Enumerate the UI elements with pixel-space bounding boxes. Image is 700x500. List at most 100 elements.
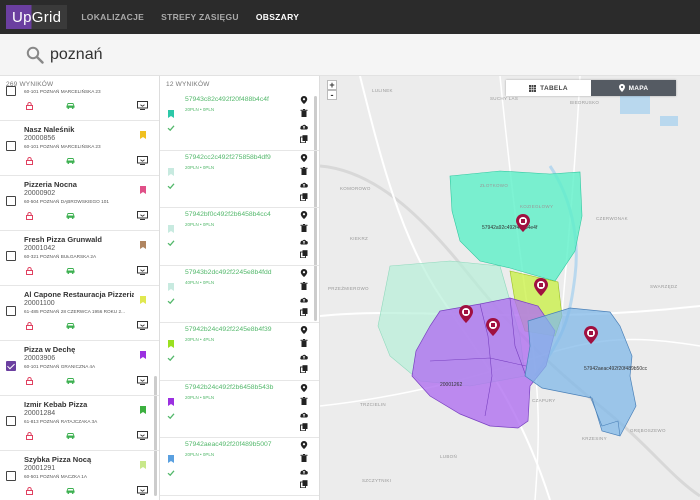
monitor-icon[interactable] bbox=[137, 266, 148, 275]
copy-icon[interactable] bbox=[300, 480, 308, 488]
location-checkbox[interactable] bbox=[6, 251, 16, 261]
copy-icon[interactable] bbox=[300, 365, 308, 373]
monitor-icon[interactable] bbox=[137, 101, 148, 110]
map-pin-icon[interactable] bbox=[300, 383, 308, 392]
zoom-in-button[interactable]: + bbox=[327, 80, 337, 90]
upload-icon[interactable] bbox=[300, 467, 308, 475]
car-icon[interactable] bbox=[66, 322, 75, 329]
lock-icon[interactable] bbox=[26, 487, 33, 495]
monitor-icon[interactable] bbox=[137, 376, 148, 385]
map-pin-icon[interactable] bbox=[300, 96, 308, 104]
map-place-label: KIEKRZ bbox=[350, 236, 369, 241]
zone-row[interactable]: 57942aeac492f20f489b5007 20PLN • 0PLN bbox=[160, 438, 319, 496]
search-input[interactable] bbox=[50, 45, 450, 64]
location-row[interactable]: 60-101 POZNAŃ MARCELIŃSKA 23 bbox=[0, 76, 159, 121]
location-row[interactable]: Al Capone Restauracja Pizzeria 20001100 61… bbox=[0, 286, 159, 341]
zone-row[interactable]: 57943c82c492f20f488b4c4f 20PLN • 0PLN bbox=[160, 93, 319, 151]
location-checkbox[interactable] bbox=[6, 361, 16, 371]
upload-icon[interactable] bbox=[300, 352, 308, 360]
copy-icon[interactable] bbox=[300, 135, 308, 143]
monitor-icon[interactable] bbox=[137, 431, 148, 440]
car-icon[interactable] bbox=[66, 212, 75, 219]
map-pin-icon[interactable] bbox=[300, 441, 308, 449]
location-checkbox[interactable] bbox=[6, 471, 16, 481]
zone-id[interactable]: 57942cc2c492f275858b4df9 bbox=[185, 154, 271, 161]
zoom-out-button[interactable]: - bbox=[327, 90, 337, 100]
car-icon[interactable] bbox=[66, 377, 75, 384]
location-row[interactable]: Fresh Pizza Grunwald 20001042 60-321 POZNA… bbox=[0, 231, 159, 286]
zone-id[interactable]: 57943b2dc492f2245e8b4fdd bbox=[185, 269, 272, 276]
monitor-icon[interactable] bbox=[137, 486, 148, 495]
monitor-icon[interactable] bbox=[137, 211, 148, 220]
location-checkbox[interactable] bbox=[6, 196, 16, 206]
trash-icon[interactable] bbox=[300, 339, 308, 347]
map-pin-icon[interactable] bbox=[486, 318, 500, 336]
zone-row[interactable]: 57942b24c492f2245e8b4f39 20PLN • 4PLN bbox=[160, 323, 319, 381]
zone-row[interactable]: 57943b2dc492f2245e8b4fdd 40PLN • 0PLN bbox=[160, 266, 319, 323]
monitor-icon[interactable] bbox=[137, 156, 148, 165]
location-row[interactable]: Izmir Kebab Pizza 20001284 61-813 POZNAŃ R… bbox=[0, 396, 159, 451]
trash-icon[interactable] bbox=[300, 166, 308, 175]
zone-row[interactable]: 57942bf0c492f2b6458b4cc4 20PLN • 0PLN bbox=[160, 208, 319, 266]
lock-icon[interactable] bbox=[26, 322, 33, 330]
location-checkbox[interactable] bbox=[6, 86, 16, 96]
lock-icon[interactable] bbox=[26, 212, 33, 220]
upgrid-logo[interactable]: UpGrid bbox=[6, 5, 68, 29]
copy-icon[interactable] bbox=[300, 192, 308, 201]
map-pin-icon[interactable] bbox=[584, 326, 598, 344]
lock-icon[interactable] bbox=[26, 102, 33, 110]
location-checkbox[interactable] bbox=[6, 306, 16, 316]
copy-icon[interactable] bbox=[300, 422, 308, 431]
zone-id[interactable]: 57942b24c492f2b6458b543b bbox=[185, 384, 273, 391]
trash-icon[interactable] bbox=[300, 281, 308, 290]
map-pin-icon[interactable] bbox=[534, 278, 548, 296]
location-row[interactable]: Szybka Pizza Nocą 20001291 60-501 POZNAŃ M… bbox=[0, 451, 159, 500]
lock-icon[interactable] bbox=[26, 432, 33, 440]
map-pin-icon[interactable] bbox=[459, 305, 473, 323]
copy-icon[interactable] bbox=[300, 250, 308, 258]
map-pin-icon[interactable] bbox=[300, 153, 308, 162]
zone-row[interactable]: 57942cc2c492f275858b4df9 20PLN • 0PLN bbox=[160, 151, 319, 208]
zone-row[interactable]: 57942b24c492f2b6458b543b 20PLN • 5PLN bbox=[160, 381, 319, 438]
map-pin-icon[interactable] bbox=[300, 268, 308, 277]
table-view-button[interactable]: TABELA bbox=[506, 80, 591, 96]
car-icon[interactable] bbox=[66, 157, 75, 164]
upload-icon[interactable] bbox=[300, 122, 308, 130]
upload-icon[interactable] bbox=[300, 295, 308, 303]
lock-icon[interactable] bbox=[26, 157, 33, 165]
nav-obszary[interactable]: OBSZARY bbox=[256, 12, 299, 22]
trash-icon[interactable] bbox=[300, 109, 308, 117]
nav-lokalizacje[interactable]: LOKALIZACJE bbox=[81, 12, 144, 22]
zone-id[interactable]: 57942aeac492f20f489b5007 bbox=[185, 441, 272, 448]
trash-icon[interactable] bbox=[300, 454, 308, 462]
monitor-icon[interactable] bbox=[137, 321, 148, 330]
upload-icon[interactable] bbox=[300, 180, 308, 188]
map-view[interactable]: TABELA MAPA + - SUCHY LAS BIEDRUSKO LULI… bbox=[320, 76, 700, 500]
upload-icon[interactable] bbox=[300, 237, 308, 245]
map-view-button[interactable]: MAPA bbox=[591, 80, 676, 96]
map-pin-icon[interactable] bbox=[300, 211, 308, 219]
location-row[interactable]: Nasz Naleśnik 20000856 60-101 POZNAŃ MARCE… bbox=[0, 121, 159, 176]
location-row[interactable]: Pizzeria Nocna 20000902 60-504 POZNAŃ DĄBR… bbox=[0, 176, 159, 231]
car-icon[interactable] bbox=[66, 267, 75, 274]
map-pin-icon[interactable] bbox=[300, 326, 308, 334]
location-row[interactable]: Pizza w Dechę 20003906 60-101 POZNAŃ GRANI… bbox=[0, 341, 159, 396]
car-icon[interactable] bbox=[66, 487, 75, 494]
zone-price: 20PLN • 0PLN bbox=[185, 452, 215, 457]
location-checkbox[interactable] bbox=[6, 141, 16, 151]
car-icon[interactable] bbox=[66, 432, 75, 439]
zone-id[interactable]: 57943c82c492f20f488b4c4f bbox=[185, 96, 269, 103]
copy-icon[interactable] bbox=[300, 307, 308, 316]
location-checkbox[interactable] bbox=[6, 416, 16, 426]
map-pin-icon[interactable] bbox=[516, 214, 530, 232]
upload-icon[interactable] bbox=[300, 410, 308, 418]
trash-icon[interactable] bbox=[300, 224, 308, 232]
trash-icon[interactable] bbox=[300, 396, 308, 405]
lock-icon[interactable] bbox=[26, 377, 33, 385]
zone-id[interactable]: 57942bf0c492f2b6458b4cc4 bbox=[185, 211, 271, 218]
zone-id[interactable]: 57942b24c492f2245e8b4f39 bbox=[185, 326, 272, 333]
zone-price: 20PLN • 4PLN bbox=[185, 337, 215, 342]
car-icon[interactable] bbox=[66, 102, 75, 109]
lock-icon[interactable] bbox=[26, 267, 33, 275]
nav-strefy-zasiegu[interactable]: STREFY ZASIĘGU bbox=[161, 12, 239, 22]
